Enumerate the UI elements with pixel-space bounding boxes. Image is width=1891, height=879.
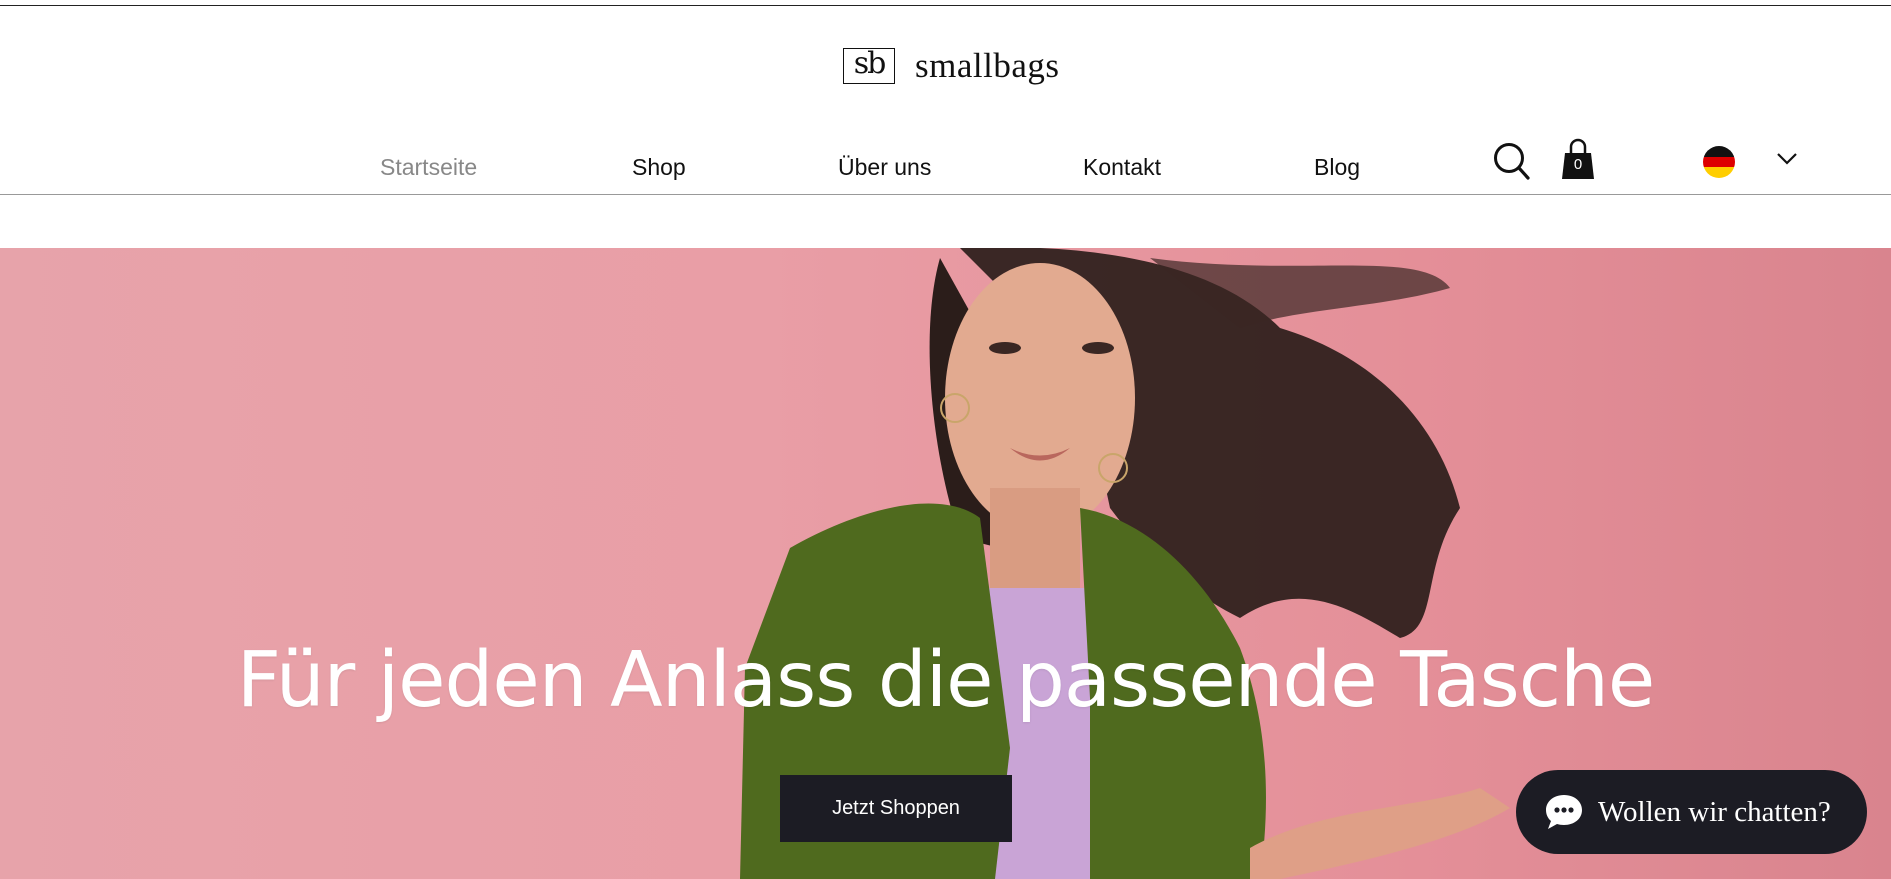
- hero-title: Für jeden Anlass die passende Tasche: [236, 636, 1656, 725]
- nav-item-kontakt[interactable]: Kontakt: [1083, 154, 1161, 181]
- shop-now-button[interactable]: Jetzt Shoppen: [780, 775, 1012, 842]
- chat-label: Wollen wir chatten?: [1598, 795, 1831, 828]
- cart-count: 0: [1573, 156, 1583, 173]
- nav-item-blog[interactable]: Blog: [1314, 154, 1360, 181]
- german-flag-icon[interactable]: [1703, 146, 1735, 178]
- chat-button[interactable]: Wollen wir chatten?: [1516, 770, 1867, 854]
- logo-mark: sb: [843, 48, 895, 84]
- nav-item-shop[interactable]: Shop: [632, 154, 686, 181]
- nav-item-startseite[interactable]: Startseite: [380, 154, 477, 181]
- logo-text: smallbags: [915, 46, 1060, 85]
- site-logo[interactable]: sb smallbags: [843, 46, 1059, 86]
- search-icon[interactable]: [1493, 142, 1531, 182]
- cart-icon[interactable]: 0: [1561, 137, 1595, 181]
- chat-bubble-icon: [1546, 795, 1582, 829]
- top-border: [0, 5, 1891, 6]
- nav-item-ueber-uns[interactable]: Über uns: [838, 154, 931, 181]
- header-divider: [0, 194, 1891, 195]
- chevron-down-icon[interactable]: [1776, 152, 1798, 166]
